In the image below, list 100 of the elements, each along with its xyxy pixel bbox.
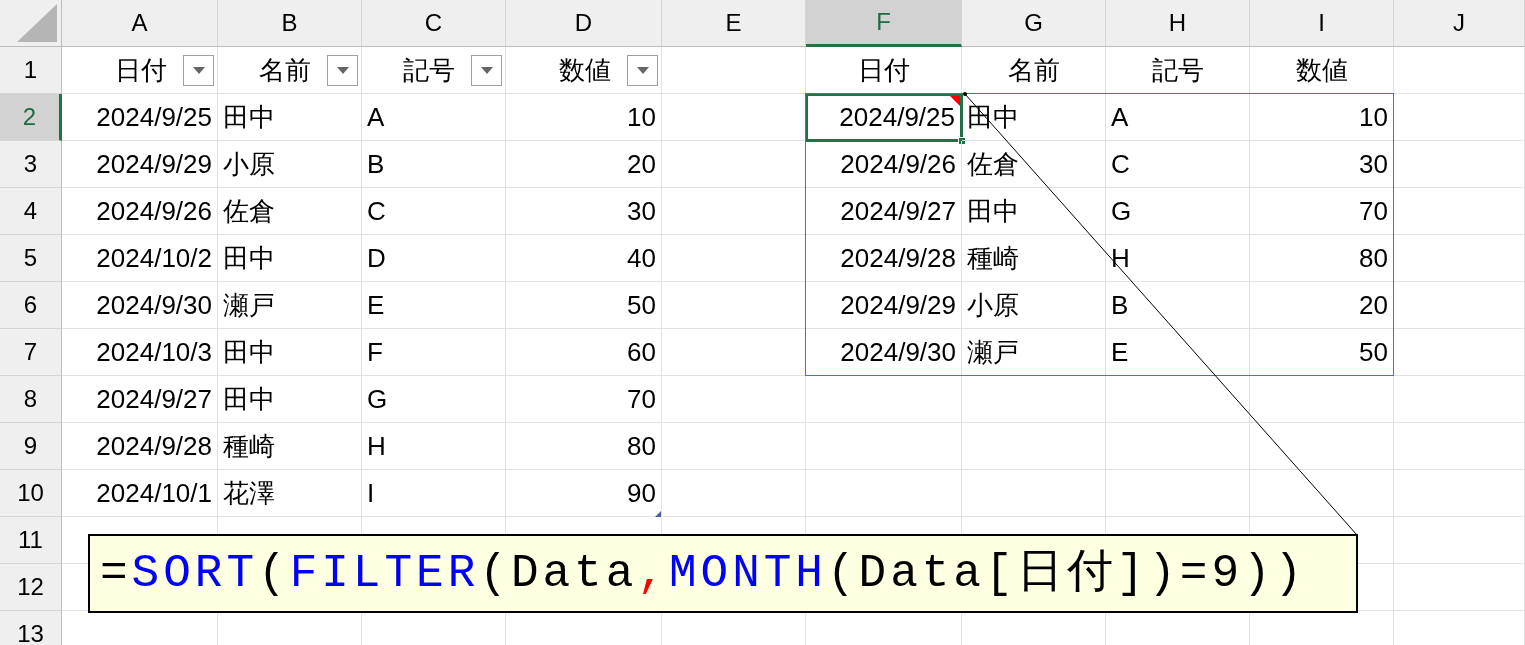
empty-cell[interactable] (1394, 235, 1525, 282)
row-header[interactable]: 9 (0, 423, 62, 470)
row-header[interactable]: 11 (0, 517, 62, 564)
empty-cell[interactable] (662, 376, 806, 423)
empty-cell[interactable] (1394, 564, 1525, 611)
table-cell[interactable]: 田中 (218, 235, 362, 282)
column-header[interactable]: H (1106, 0, 1250, 47)
table-cell[interactable]: 20 (1250, 282, 1394, 329)
empty-cell[interactable] (962, 423, 1106, 470)
row-header[interactable]: 6 (0, 282, 62, 329)
table-cell[interactable]: 2024/9/30 (62, 282, 218, 329)
table-cell[interactable]: G (362, 376, 506, 423)
empty-cell[interactable] (1250, 423, 1394, 470)
table-cell[interactable]: 70 (506, 376, 662, 423)
table-cell[interactable]: 70 (1250, 188, 1394, 235)
table-cell[interactable]: A (1106, 94, 1250, 141)
table-cell[interactable]: 田中 (962, 94, 1106, 141)
table-cell[interactable]: 佐倉 (962, 141, 1106, 188)
table-cell[interactable]: 2024/10/2 (62, 235, 218, 282)
empty-cell[interactable] (1394, 517, 1525, 564)
empty-cell[interactable] (1394, 329, 1525, 376)
empty-cell[interactable] (1106, 376, 1250, 423)
table-cell[interactable]: 2024/10/1 (62, 470, 218, 517)
table-cell[interactable]: D (362, 235, 506, 282)
table-cell[interactable]: 2024/9/26 (62, 188, 218, 235)
table-cell[interactable]: 田中 (218, 94, 362, 141)
table-cell[interactable]: 90 (506, 470, 662, 517)
header-cell[interactable]: 数値 (506, 47, 662, 94)
table-cell[interactable]: 30 (1250, 141, 1394, 188)
filter-dropdown-button[interactable] (471, 54, 502, 86)
filter-dropdown-button[interactable] (183, 54, 214, 86)
table-cell[interactable]: 80 (1250, 235, 1394, 282)
column-header[interactable]: I (1250, 0, 1394, 47)
header-cell[interactable]: 日付 (806, 47, 962, 94)
table-cell[interactable]: 10 (506, 94, 662, 141)
table-cell[interactable]: 30 (506, 188, 662, 235)
empty-cell[interactable] (1250, 470, 1394, 517)
table-cell[interactable]: B (362, 141, 506, 188)
select-all-corner[interactable] (0, 0, 62, 47)
table-cell[interactable]: H (1106, 235, 1250, 282)
table-cell[interactable]: 種崎 (962, 235, 1106, 282)
header-cell[interactable]: 数値 (1250, 47, 1394, 94)
table-cell[interactable]: 60 (506, 329, 662, 376)
empty-cell[interactable] (1394, 470, 1525, 517)
row-header[interactable]: 1 (0, 47, 62, 94)
column-header[interactable]: J (1394, 0, 1525, 47)
table-cell[interactable]: 2024/9/27 (62, 376, 218, 423)
header-cell[interactable]: 名前 (218, 47, 362, 94)
table-cell[interactable]: 20 (506, 141, 662, 188)
row-header[interactable]: 10 (0, 470, 62, 517)
table-cell[interactable]: 50 (1250, 329, 1394, 376)
column-header[interactable]: D (506, 0, 662, 47)
table-cell[interactable]: 小原 (962, 282, 1106, 329)
empty-cell[interactable] (962, 470, 1106, 517)
header-cell[interactable]: 日付 (62, 47, 218, 94)
table-cell[interactable]: B (1106, 282, 1250, 329)
row-header[interactable]: 5 (0, 235, 62, 282)
empty-cell[interactable] (1394, 94, 1525, 141)
table-cell[interactable]: 田中 (218, 329, 362, 376)
table-cell[interactable]: 2024/9/25 (62, 94, 218, 141)
table-cell[interactable]: G (1106, 188, 1250, 235)
table-cell[interactable]: H (362, 423, 506, 470)
row-header[interactable]: 2 (0, 94, 62, 141)
table-cell[interactable]: C (1106, 141, 1250, 188)
empty-cell[interactable] (1106, 470, 1250, 517)
table-cell[interactable]: 2024/9/28 (806, 235, 962, 282)
table-cell[interactable]: 2024/9/25 (805, 93, 963, 142)
table-cell[interactable]: 50 (506, 282, 662, 329)
empty-cell[interactable] (662, 423, 806, 470)
empty-cell[interactable] (1394, 141, 1525, 188)
empty-cell[interactable] (1106, 423, 1250, 470)
empty-cell[interactable] (806, 470, 962, 517)
table-cell[interactable]: 佐倉 (218, 188, 362, 235)
table-cell[interactable]: E (1106, 329, 1250, 376)
row-header[interactable]: 8 (0, 376, 62, 423)
column-header[interactable]: E (662, 0, 806, 47)
empty-cell[interactable] (1394, 423, 1525, 470)
empty-cell[interactable] (662, 47, 806, 94)
row-header[interactable]: 12 (0, 564, 62, 611)
table-cell[interactable]: 40 (506, 235, 662, 282)
table-cell[interactable]: 80 (506, 423, 662, 470)
empty-cell[interactable] (1250, 376, 1394, 423)
fill-handle[interactable] (958, 137, 966, 145)
table-cell[interactable]: 10 (1250, 94, 1394, 141)
header-cell[interactable]: 記号 (1106, 47, 1250, 94)
empty-cell[interactable] (806, 376, 962, 423)
column-header[interactable]: G (962, 0, 1106, 47)
table-cell[interactable]: F (362, 329, 506, 376)
column-header[interactable]: A (62, 0, 218, 47)
empty-cell[interactable] (806, 423, 962, 470)
table-cell[interactable]: A (362, 94, 506, 141)
column-header[interactable]: B (218, 0, 362, 47)
table-cell[interactable]: 2024/9/28 (62, 423, 218, 470)
table-cell[interactable]: 2024/9/29 (806, 282, 962, 329)
row-header[interactable]: 3 (0, 141, 62, 188)
table-cell[interactable]: 2024/9/27 (806, 188, 962, 235)
empty-cell[interactable] (1394, 188, 1525, 235)
header-cell[interactable]: 記号 (362, 47, 506, 94)
column-header[interactable]: F (806, 0, 962, 47)
table-cell[interactable]: 瀬戸 (218, 282, 362, 329)
